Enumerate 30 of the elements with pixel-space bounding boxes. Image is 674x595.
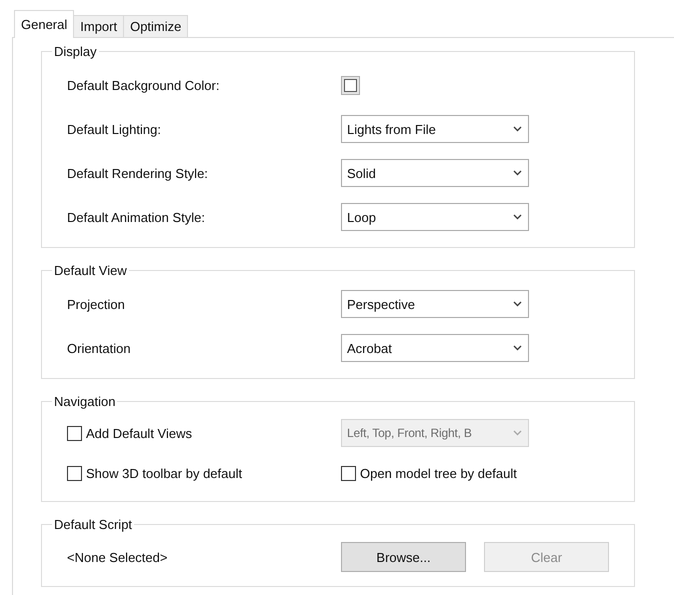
dropdown[interactable]: Loop bbox=[341, 203, 529, 231]
dropdown[interactable]: Lights from File bbox=[341, 115, 529, 143]
field-label: Default Animation Style: bbox=[67, 210, 206, 224]
tab[interactable]: Optimize bbox=[123, 15, 188, 37]
caret-icon bbox=[513, 301, 522, 307]
caret-icon bbox=[513, 345, 522, 351]
color-swatch-button[interactable] bbox=[341, 76, 360, 94]
group-title: Display bbox=[53, 44, 98, 59]
group-title: Navigation bbox=[53, 394, 116, 409]
field-label: Default Rendering Style: bbox=[67, 166, 209, 180]
caret-icon bbox=[513, 170, 522, 176]
group-title: Default View bbox=[53, 263, 128, 278]
field-label: Projection bbox=[67, 296, 126, 312]
dropdown[interactable]: Solid bbox=[341, 159, 529, 187]
field-label: Default Lighting: bbox=[67, 122, 162, 136]
caret-icon bbox=[513, 214, 522, 220]
field-label: Default Background Color: bbox=[67, 78, 220, 92]
field-label: Orientation bbox=[67, 340, 132, 356]
caret-icon bbox=[513, 126, 522, 132]
checkbox[interactable]: Add Default Views bbox=[67, 426, 341, 440]
caret-icon bbox=[513, 430, 522, 436]
push-button[interactable]: Browse... bbox=[341, 542, 466, 572]
tab[interactable]: General bbox=[14, 10, 74, 38]
dropdown[interactable]: Perspective bbox=[341, 290, 529, 318]
checkbox[interactable]: Show 3D toolbar by default bbox=[67, 466, 341, 480]
tab[interactable]: Import bbox=[73, 15, 124, 37]
checkbox[interactable]: Open model tree by default bbox=[341, 466, 529, 480]
group-title: Default Script bbox=[53, 517, 134, 532]
dropdown[interactable]: Acrobat bbox=[341, 334, 529, 362]
script-name: <None Selected> bbox=[67, 550, 168, 564]
